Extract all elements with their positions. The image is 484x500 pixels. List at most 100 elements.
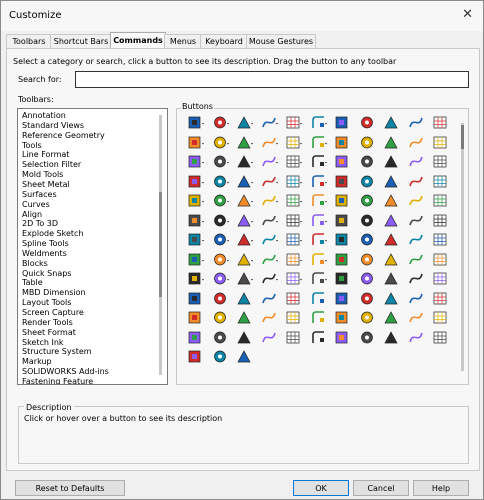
command-button-icon[interactable] — [382, 114, 401, 131]
tab-menus[interactable]: Menus — [164, 34, 202, 48]
command-button-icon[interactable] — [260, 231, 279, 248]
command-button-icon[interactable] — [260, 290, 279, 307]
command-button-icon[interactable] — [358, 329, 377, 346]
tab-toolbars[interactable]: Toolbars — [6, 34, 52, 48]
command-button-icon[interactable] — [211, 231, 230, 248]
toolbar-list-item[interactable]: Layout Tools — [22, 298, 71, 308]
command-button-icon[interactable] — [235, 192, 254, 209]
command-button-icon[interactable] — [358, 290, 377, 307]
command-button-icon[interactable] — [333, 192, 352, 209]
toolbar-list-item[interactable]: Tools — [22, 141, 42, 151]
command-button-icon[interactable] — [235, 212, 254, 229]
toolbar-list-item[interactable]: Structure System — [22, 347, 92, 357]
command-button-icon[interactable] — [333, 173, 352, 190]
command-button-icon[interactable] — [284, 290, 303, 307]
command-button-icon[interactable] — [309, 251, 328, 268]
command-button-icon[interactable] — [186, 290, 205, 307]
command-button-icon[interactable] — [333, 114, 352, 131]
command-button-icon[interactable] — [407, 231, 426, 248]
command-button-icon[interactable] — [407, 212, 426, 229]
command-button-icon[interactable] — [260, 173, 279, 190]
command-button-icon[interactable] — [431, 290, 450, 307]
command-button-icon[interactable] — [382, 173, 401, 190]
toolbar-list-item[interactable]: Sheet Format — [22, 328, 76, 338]
command-button-icon[interactable] — [235, 134, 254, 151]
help-button[interactable]: Help — [413, 480, 469, 496]
toolbar-list-item[interactable]: SOLIDWORKS Add-ins — [22, 367, 109, 377]
command-button-icon[interactable] — [235, 348, 254, 365]
command-button-icon[interactable] — [186, 134, 205, 151]
toolbar-list-item[interactable]: Blocks — [22, 259, 48, 269]
toolbars-list[interactable]: Annotation Standard Views Reference Geomet… — [17, 108, 168, 385]
command-button-icon[interactable] — [186, 348, 205, 365]
toolbar-list-item[interactable]: Annotation — [22, 111, 66, 121]
command-button-icon[interactable] — [284, 114, 303, 131]
command-button-icon[interactable] — [260, 114, 279, 131]
command-button-icon[interactable] — [284, 134, 303, 151]
tab-mouse-gestures[interactable]: Mouse Gestures — [246, 34, 316, 48]
command-button-icon[interactable] — [431, 309, 450, 326]
command-button-icon[interactable] — [260, 251, 279, 268]
command-button-icon[interactable] — [358, 212, 377, 229]
toolbar-list-item[interactable]: Selection Filter — [22, 160, 81, 170]
command-button-icon[interactable] — [358, 153, 377, 170]
command-button-icon[interactable] — [407, 134, 426, 151]
search-input[interactable] — [75, 71, 469, 88]
command-button-icon[interactable] — [260, 309, 279, 326]
command-button-icon[interactable] — [284, 173, 303, 190]
command-button-icon[interactable] — [211, 348, 230, 365]
command-button-icon[interactable] — [284, 192, 303, 209]
command-button-icon[interactable] — [333, 153, 352, 170]
command-button-icon[interactable] — [309, 212, 328, 229]
command-button-icon[interactable] — [211, 251, 230, 268]
command-button-icon[interactable] — [235, 153, 254, 170]
toolbar-list-item[interactable]: MBD Dimension — [22, 288, 86, 298]
command-button-icon[interactable] — [333, 251, 352, 268]
command-button-icon[interactable] — [235, 329, 254, 346]
command-button-icon[interactable] — [309, 290, 328, 307]
command-button-icon[interactable] — [333, 309, 352, 326]
command-button-icon[interactable] — [186, 309, 205, 326]
command-button-icon[interactable] — [260, 192, 279, 209]
command-button-icon[interactable] — [186, 251, 205, 268]
close-icon[interactable]: ✕ — [462, 7, 473, 22]
buttons-scrollbar-thumb[interactable] — [461, 125, 464, 149]
command-button-icon[interactable] — [333, 270, 352, 287]
toolbar-list-item[interactable]: Screen Capture — [22, 308, 84, 318]
command-button-icon[interactable] — [407, 309, 426, 326]
toolbar-list-item[interactable]: Table — [22, 278, 43, 288]
toolbar-list-item[interactable]: Quick Snaps — [22, 269, 71, 279]
tab-commands[interactable]: Commands — [110, 32, 166, 49]
command-button-icon[interactable] — [358, 134, 377, 151]
command-button-icon[interactable] — [260, 153, 279, 170]
command-button-icon[interactable] — [333, 231, 352, 248]
command-button-icon[interactable] — [382, 290, 401, 307]
command-button-icon[interactable] — [407, 114, 426, 131]
toolbar-list-item[interactable]: Reference Geometry — [22, 131, 105, 141]
toolbar-list-item[interactable]: Curves — [22, 200, 50, 210]
toolbar-list-item[interactable]: 2D To 3D — [22, 219, 58, 229]
command-button-icon[interactable] — [407, 192, 426, 209]
command-button-icon[interactable] — [284, 309, 303, 326]
command-button-icon[interactable] — [407, 153, 426, 170]
command-button-icon[interactable] — [186, 270, 205, 287]
toolbar-list-item[interactable]: Align — [22, 210, 42, 220]
command-button-icon[interactable] — [431, 192, 450, 209]
command-button-icon[interactable] — [211, 309, 230, 326]
command-button-icon[interactable] — [284, 231, 303, 248]
ok-button[interactable]: OK — [293, 480, 349, 496]
command-button-icon[interactable] — [309, 329, 328, 346]
command-button-icon[interactable] — [186, 192, 205, 209]
command-button-icon[interactable] — [358, 231, 377, 248]
command-button-icon[interactable] — [358, 114, 377, 131]
command-button-icon[interactable] — [211, 270, 230, 287]
command-button-icon[interactable] — [333, 329, 352, 346]
toolbar-list-item[interactable]: Spline Tools — [22, 239, 69, 249]
command-button-icon[interactable] — [431, 251, 450, 268]
command-button-icon[interactable] — [186, 114, 205, 131]
command-button-icon[interactable] — [431, 212, 450, 229]
toolbar-list-item[interactable]: Standard Views — [22, 121, 84, 131]
command-button-icon[interactable] — [358, 173, 377, 190]
command-button-icon[interactable] — [382, 329, 401, 346]
toolbar-list-item[interactable]: Fastening Feature — [22, 377, 93, 384]
